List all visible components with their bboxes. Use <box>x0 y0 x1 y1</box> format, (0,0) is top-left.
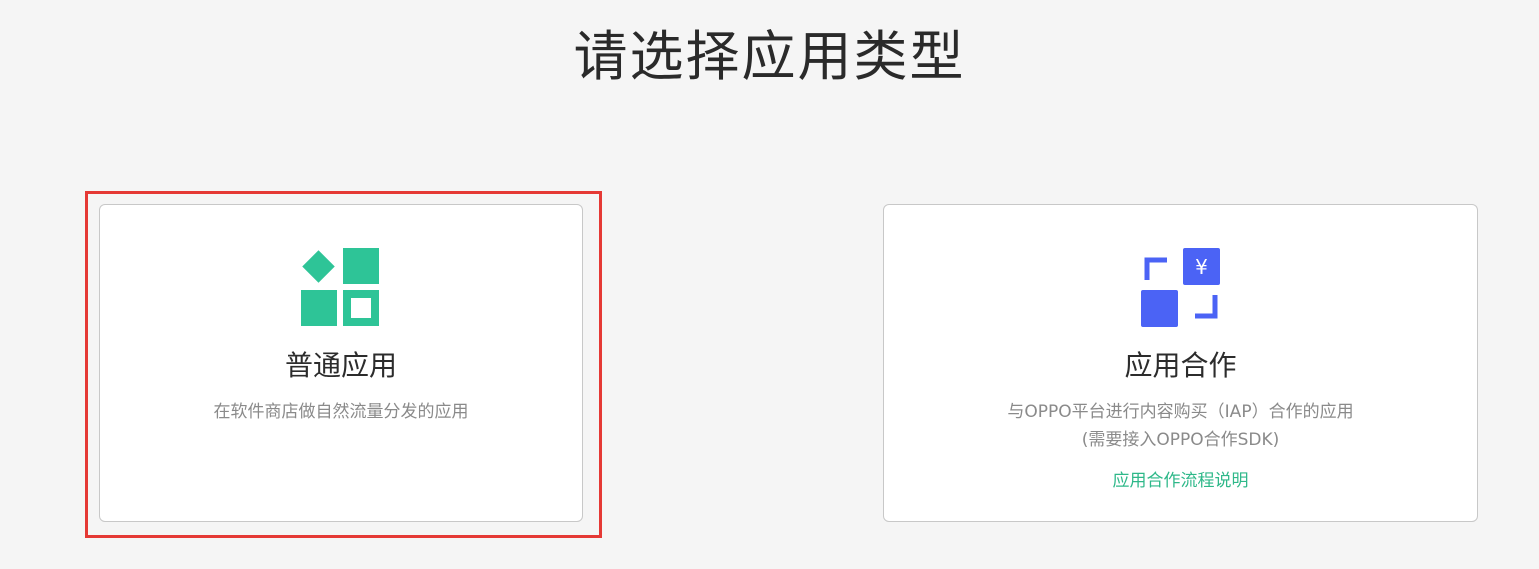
cooperation-app-title: 应用合作 <box>1124 349 1237 382</box>
cooperation-description-line-1: 与OPPO平台进行内容购买（IAP）合作的应用 <box>1007 402 1354 422</box>
page-title: 请选择应用类型 <box>573 25 966 88</box>
cooperation-description-line-2: (需要接入OPPO合作SDK) <box>1081 430 1280 450</box>
app-grid-icon <box>301 248 381 328</box>
normal-app-title: 普通应用 <box>284 349 397 382</box>
app-type-selection-page: 请选择应用类型 普通应用 在软件商店做自然流量分发的应用 ¥ 应用合作 与OPP… <box>0 0 1539 569</box>
currency-symbol: ¥ <box>1195 255 1208 279</box>
cooperation-process-link[interactable]: 应用合作流程说明 <box>1113 471 1249 491</box>
normal-app-description: 在软件商店做自然流量分发的应用 <box>213 402 469 422</box>
cooperation-app-card[interactable]: ¥ 应用合作 与OPPO平台进行内容购买（IAP）合作的应用 (需要接入OPPO… <box>883 204 1478 522</box>
payment-frame-icon: ¥ <box>1140 248 1221 328</box>
cooperation-app-description: 与OPPO平台进行内容购买（IAP）合作的应用 (需要接入OPPO合作SDK) <box>884 398 1477 454</box>
cooperation-process-link-row: 应用合作流程说明 <box>884 469 1477 493</box>
normal-app-card[interactable]: 普通应用 在软件商店做自然流量分发的应用 <box>99 204 583 522</box>
